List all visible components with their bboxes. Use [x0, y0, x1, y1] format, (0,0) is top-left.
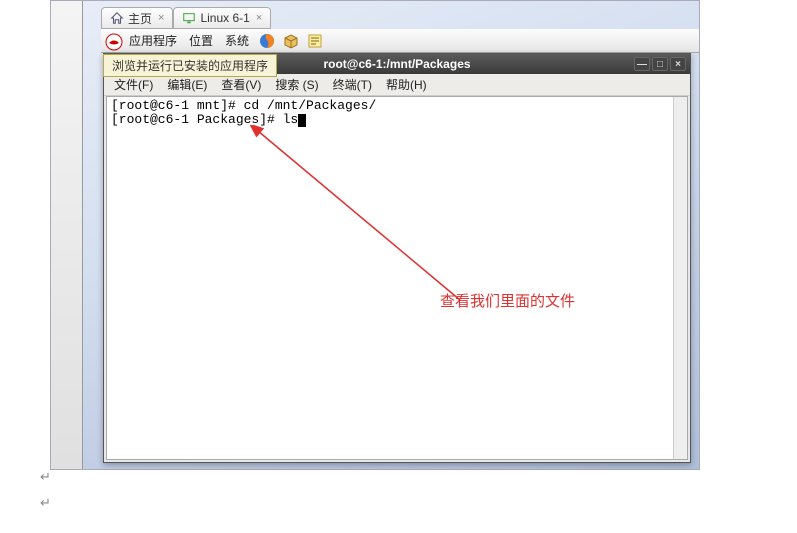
terminal-scrollbar[interactable] — [673, 97, 687, 459]
vm-viewport: 主页 × Linux 6-1 × 应用程序 位置 系统 浏览并运行已安装的应用程… — [50, 0, 700, 470]
menu-applications[interactable]: 应用程序 — [125, 32, 181, 49]
menu-edit[interactable]: 编辑(E) — [161, 74, 213, 95]
terminal-line: [root@c6-1 Packages]# ls — [111, 113, 683, 127]
tab-linux-label: Linux 6-1 — [200, 11, 249, 25]
close-button[interactable]: × — [670, 57, 686, 71]
tab-home-label: 主页 — [128, 10, 152, 27]
terminal-line: [root@c6-1 mnt]# cd /mnt/Packages/ — [111, 99, 683, 113]
annotation-label: 查看我们里面的文件 — [440, 290, 575, 311]
menu-system[interactable]: 系统 — [221, 32, 253, 49]
maximize-button[interactable]: □ — [652, 57, 668, 71]
menu-terminal[interactable]: 终端(T) — [327, 74, 378, 95]
applications-tooltip: 浏览并运行已安装的应用程序 — [103, 54, 277, 77]
gnome-top-panel: 应用程序 位置 系统 — [101, 29, 699, 53]
minimize-button[interactable]: — — [634, 57, 650, 71]
monitor-icon — [182, 11, 196, 25]
terminal-window: root@c6-1:/mnt/Packages — □ × 文件(F) 编辑(E… — [103, 53, 691, 463]
tab-linux[interactable]: Linux 6-1 × — [173, 7, 271, 29]
cursor-icon — [298, 114, 306, 127]
menu-help[interactable]: 帮助(H) — [380, 74, 433, 95]
package-icon[interactable] — [281, 31, 301, 51]
menu-search[interactable]: 搜索 (S) — [269, 74, 324, 95]
window-controls: — □ × — [634, 57, 686, 71]
home-icon — [110, 11, 124, 25]
paragraph-mark: ↵ — [40, 469, 51, 485]
terminal-menubar: 文件(F) 编辑(E) 查看(V) 搜索 (S) 终端(T) 帮助(H) — [104, 74, 690, 96]
notepad-icon[interactable] — [305, 31, 325, 51]
host-sidebar — [51, 1, 83, 469]
paragraph-mark: ↵ — [40, 495, 51, 511]
terminal-body[interactable]: [root@c6-1 mnt]# cd /mnt/Packages/ [root… — [106, 96, 688, 460]
firefox-icon[interactable] — [257, 31, 277, 51]
menu-places[interactable]: 位置 — [185, 32, 217, 49]
tab-linux-close[interactable]: × — [256, 12, 262, 24]
tab-home[interactable]: 主页 × — [101, 7, 173, 29]
tab-home-close[interactable]: × — [158, 12, 164, 24]
menu-view[interactable]: 查看(V) — [215, 74, 267, 95]
host-tabs: 主页 × Linux 6-1 × — [101, 7, 271, 29]
menu-file[interactable]: 文件(F) — [108, 74, 159, 95]
redhat-icon[interactable] — [105, 33, 121, 49]
